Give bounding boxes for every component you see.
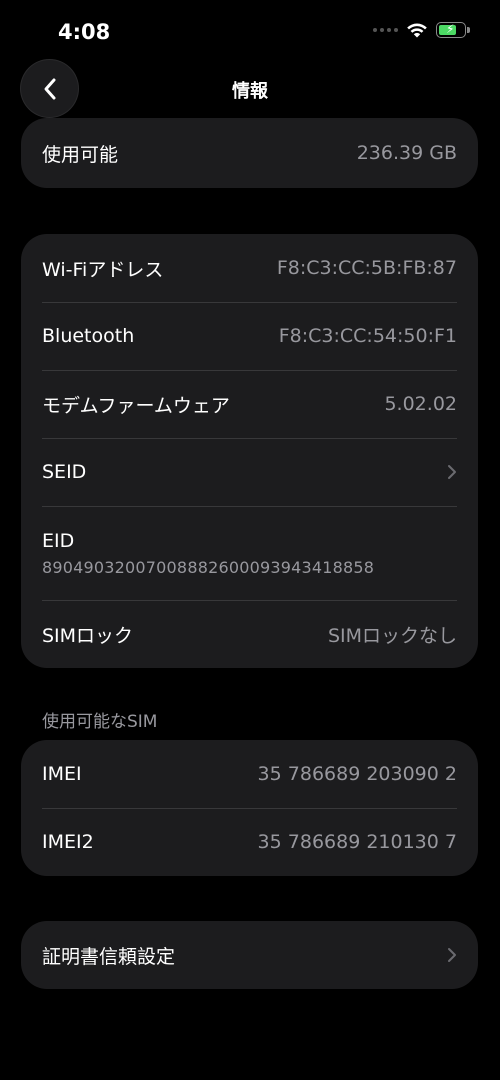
row-label: Bluetooth [42,325,135,347]
eid-value: 89049032007008882600093943418858 [42,557,375,577]
row-value: 35 786689 203090 2 [257,763,457,785]
chevron-right-icon [448,948,456,962]
imei2-row: IMEI2 35 786689 210130 7 [21,808,478,876]
bluetooth-row: Bluetooth F8:C3:CC:54:50:F1 [21,302,478,370]
row-label: モデムファームウェア [42,394,230,417]
section-header-available-sim: 使用可能なSIM [42,712,158,732]
row-value: F8:C3:CC:5B:FB:87 [276,257,457,279]
available-capacity-row: 使用可能 236.39 GB [21,118,478,188]
chevron-right-icon [448,465,456,479]
row-label: SEID [42,461,87,483]
status-bar: 4:08 ⚡ [0,0,500,64]
eid-row: EID 89049032007008882600093943418858 [21,506,478,600]
row-label: IMEI [42,763,82,785]
row-label: IMEI2 [42,831,94,853]
modem-firmware-row: モデムファームウェア 5.02.02 [21,370,478,438]
status-icons: ⚡ [373,22,470,38]
wifi-address-row: Wi-Fiアドレス F8:C3:CC:5B:FB:87 [21,234,478,302]
row-label: SIMロック [42,624,134,647]
row-value: SIMロックなし [327,624,457,647]
imei-row: IMEI 35 786689 203090 2 [21,740,478,808]
row-value: F8:C3:CC:54:50:F1 [278,325,457,347]
network-info-card: Wi-Fiアドレス F8:C3:CC:5B:FB:87 Bluetooth F8… [21,234,478,668]
row-label: 使用可能 [42,143,119,166]
charging-bolt-icon: ⚡ [446,22,455,36]
certificate-card: 証明書信頼設定 [21,921,478,989]
row-value: 236.39 GB [356,142,457,164]
seid-row[interactable]: SEID [21,438,478,506]
battery-icon: ⚡ [436,22,470,38]
wifi-icon [407,23,427,38]
navigation-bar: 情報 [0,60,500,118]
row-value: 5.02.02 [384,393,457,415]
sim-card: IMEI 35 786689 203090 2 IMEI2 35 786689 … [21,740,478,876]
storage-card: 使用可能 236.39 GB [21,118,478,188]
row-label: EID [42,529,75,552]
row-value: 35 786689 210130 7 [257,831,457,853]
sim-lock-row: SIMロック SIMロックなし [21,600,478,668]
row-label: Wi-Fiアドレス [42,258,164,281]
page-title: 情報 [232,81,268,102]
row-label: 証明書信頼設定 [42,945,176,968]
certificate-trust-settings-row[interactable]: 証明書信頼設定 [21,921,478,989]
cellular-signal-icon [373,28,398,32]
status-time: 4:08 [58,20,111,44]
